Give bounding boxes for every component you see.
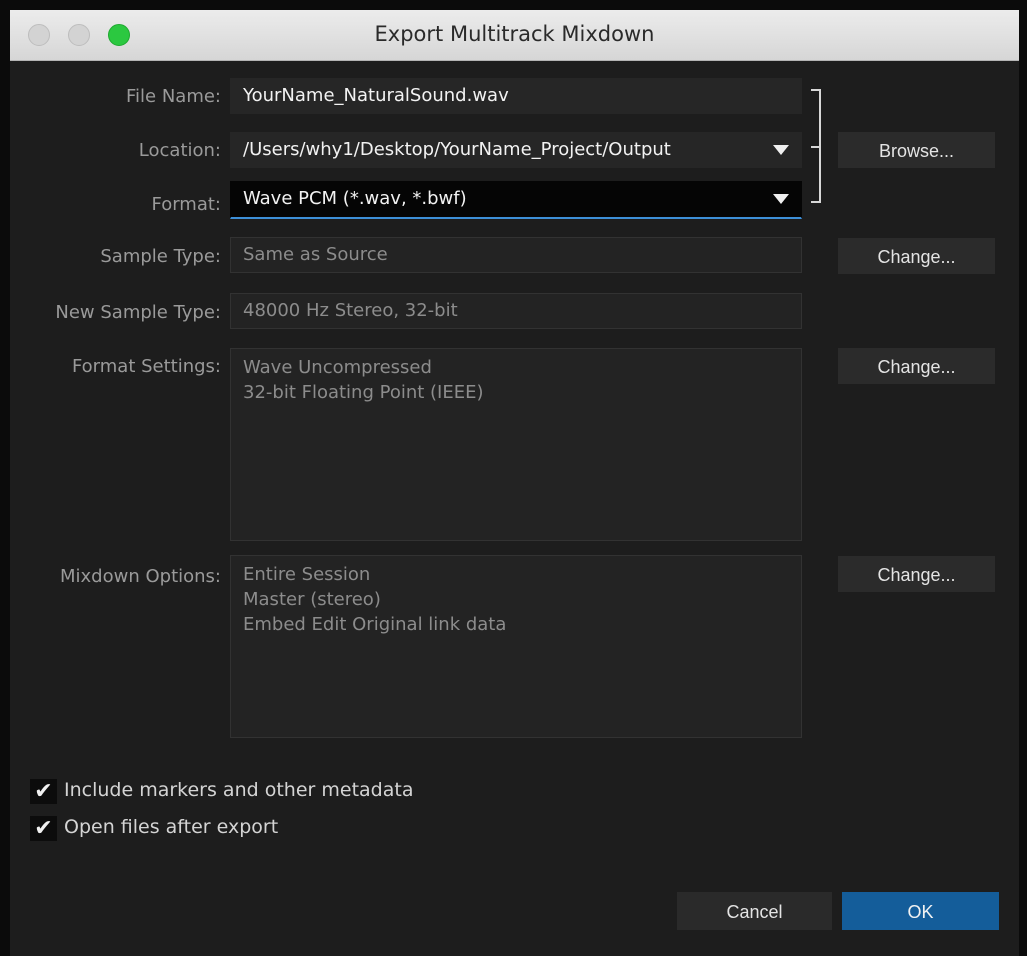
sample-type-label: Sample Type: (100, 246, 221, 267)
format-label: Format: (151, 194, 222, 215)
location-value: /Users/why1/Desktop/YourName_Project/Out… (243, 139, 671, 160)
file-name-label: File Name: (125, 86, 221, 107)
mixdown-options-box: Entire Session Master (stereo) Embed Edi… (230, 555, 802, 738)
open-files-checkbox[interactable]: ✔ (30, 816, 57, 841)
new-sample-type-value: 48000 Hz Stereo, 32-bit (243, 300, 458, 321)
location-dropdown[interactable]: /Users/why1/Desktop/YourName_Project/Out… (230, 132, 802, 168)
file-name-input[interactable]: YourName_NaturalSound.wav (230, 78, 802, 114)
new-sample-type-field: 48000 Hz Stereo, 32-bit (230, 293, 802, 329)
format-settings-box: Wave Uncompressed 32-bit Floating Point … (230, 348, 802, 541)
format-settings-line: 32-bit Floating Point (IEEE) (243, 382, 484, 403)
location-label: Location: (138, 140, 221, 161)
change-mixdown-options-button[interactable]: Change... (838, 556, 995, 592)
sample-type-field: Same as Source (230, 237, 802, 273)
checkmark-icon: ✔ (34, 816, 53, 841)
title-bar[interactable]: Export Multitrack Mixdown (10, 10, 1019, 61)
open-files-label: Open files after export (64, 816, 279, 838)
mixdown-option-line: Entire Session (243, 564, 371, 585)
chevron-down-icon (773, 145, 789, 155)
change-format-settings-button[interactable]: Change... (838, 348, 995, 384)
format-value: Wave PCM (*.wav, *.bwf) (243, 188, 467, 209)
mixdown-option-line: Embed Edit Original link data (243, 614, 507, 635)
cancel-button[interactable]: Cancel (677, 892, 832, 930)
format-settings-line: Wave Uncompressed (243, 357, 432, 378)
export-dialog: Export Multitrack Mixdown File Name: You… (10, 10, 1019, 956)
mixdown-options-label: Mixdown Options: (60, 566, 221, 587)
new-sample-type-label: New Sample Type: (55, 302, 221, 323)
checkmark-icon: ✔ (34, 779, 53, 804)
file-name-value: YourName_NaturalSound.wav (243, 85, 509, 106)
include-markers-checkbox[interactable]: ✔ (30, 779, 57, 804)
format-settings-label: Format Settings: (71, 356, 221, 377)
ok-button[interactable]: OK (842, 892, 999, 930)
include-markers-label: Include markers and other metadata (64, 779, 414, 801)
sample-type-value: Same as Source (243, 244, 388, 265)
chevron-down-icon (773, 194, 789, 204)
format-dropdown[interactable]: Wave PCM (*.wav, *.bwf) (230, 181, 802, 219)
window-title: Export Multitrack Mixdown (374, 22, 655, 46)
change-sample-type-button[interactable]: Change... (838, 238, 995, 274)
browse-button[interactable]: Browse... (838, 132, 995, 168)
mixdown-option-line: Master (stereo) (243, 589, 381, 610)
